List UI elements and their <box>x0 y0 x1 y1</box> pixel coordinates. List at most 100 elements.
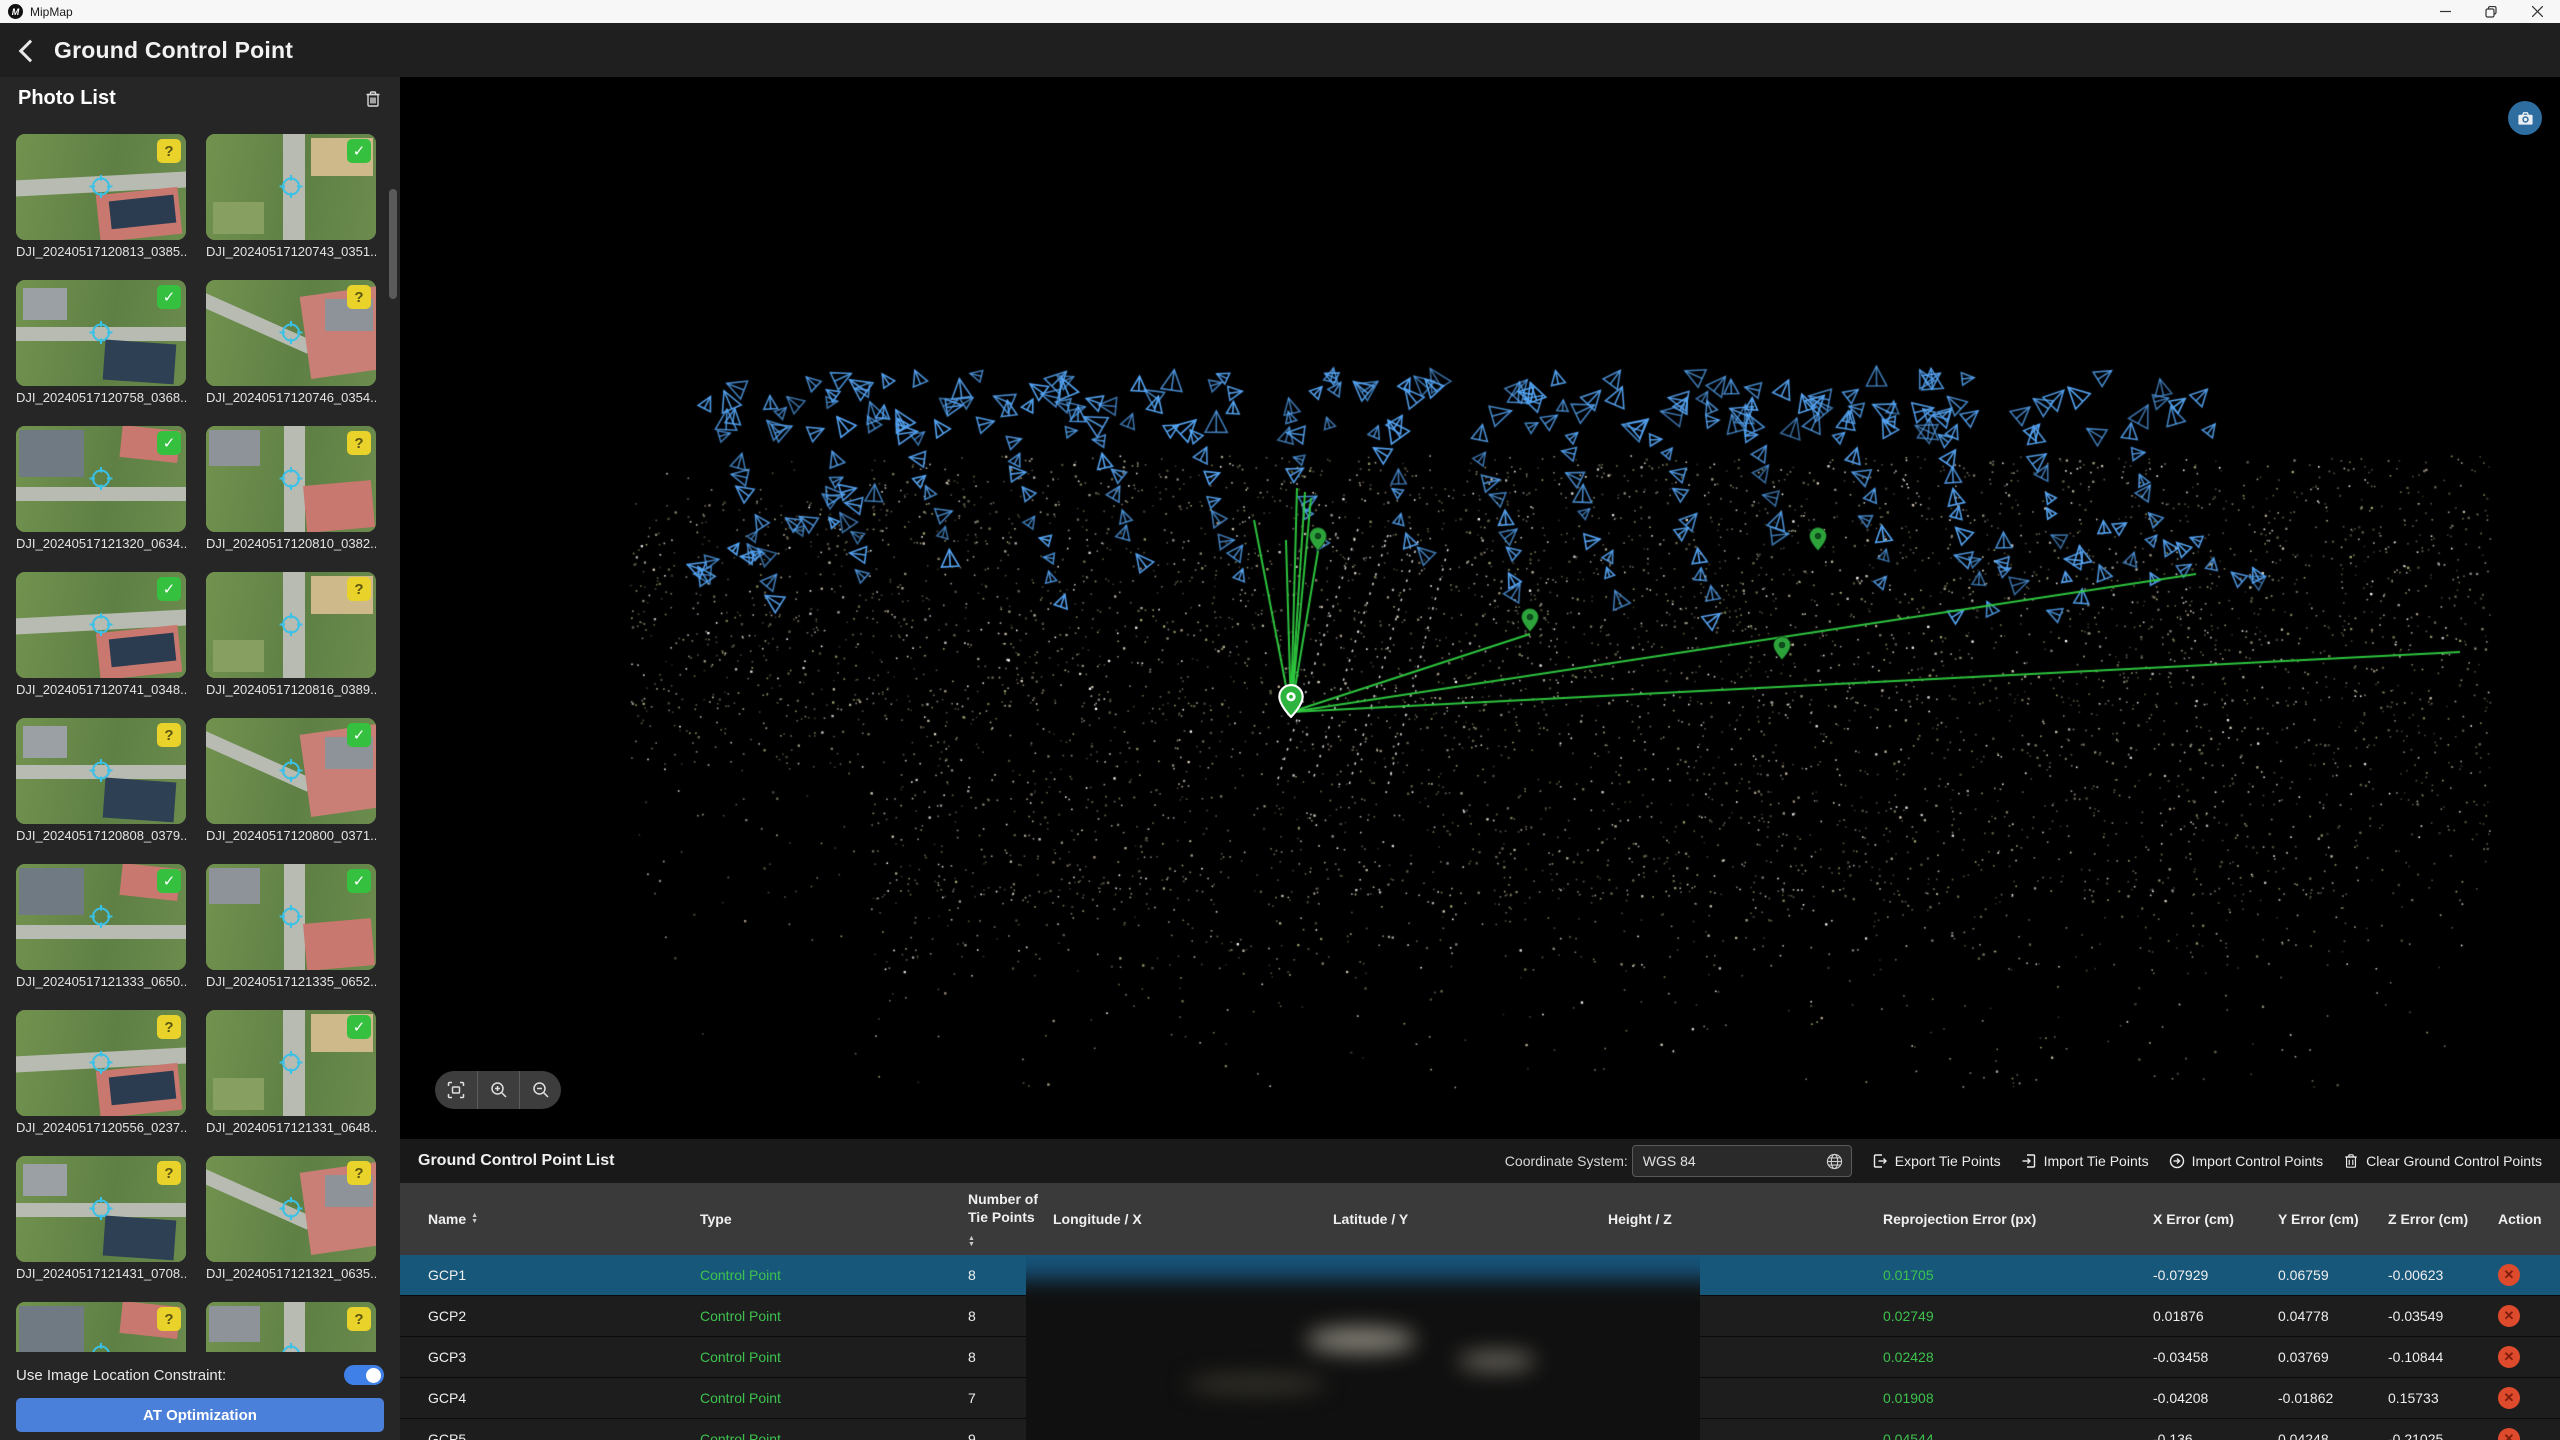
gcp-marker-icon <box>278 1050 304 1081</box>
column-header-longitude: Longitude / X <box>1045 1211 1330 1227</box>
chevron-down-icon[interactable] <box>910 1278 923 1283</box>
gcp-marker-icon <box>278 1196 304 1227</box>
app-logo-icon: M <box>8 4 23 19</box>
column-header-x-error: X Error (cm) <box>2145 1211 2270 1227</box>
status-badge-unknown: ? <box>347 285 371 309</box>
delete-photos-button[interactable] <box>362 88 384 110</box>
gcp-type-cell: Control Point <box>690 1267 960 1283</box>
status-badge-checked: ✓ <box>347 1015 371 1039</box>
gcp-pin-selected[interactable] <box>1278 684 1304 718</box>
photo-item[interactable]: ✓DJI_20240517120743_0351... <box>206 134 376 259</box>
reprojection-error-cell: 0.01908 <box>1875 1390 2145 1406</box>
chevron-down-icon[interactable] <box>910 1401 923 1406</box>
fit-view-button[interactable] <box>435 1071 477 1109</box>
delete-gcp-button[interactable]: ✕ <box>2498 1305 2520 1327</box>
action-cell: ✕ <box>2490 1346 2560 1368</box>
status-badge-unknown: ? <box>347 1161 371 1185</box>
gcp-marker-icon <box>278 320 304 351</box>
zoom-in-button[interactable] <box>477 1071 519 1109</box>
column-header-height: Height / Z <box>1600 1211 1875 1227</box>
screenshot-camera-button[interactable] <box>2508 101 2542 135</box>
coordinate-system-input[interactable]: WGS 84 <box>1632 1145 1852 1177</box>
gcp-pin[interactable] <box>1521 608 1539 632</box>
gcp-pin[interactable] <box>1773 636 1791 660</box>
y-error-cell: 0.04778 <box>2270 1308 2380 1324</box>
back-button[interactable] <box>19 39 42 62</box>
page-title: Ground Control Point <box>54 37 293 64</box>
photo-item[interactable]: ✓DJI_20240517121335_0652... <box>206 864 376 989</box>
photo-item[interactable]: ✓ DJI_20240517121333_0650... <box>16 864 186 989</box>
photo-thumbnail: ? <box>206 572 376 678</box>
status-badge-unknown: ? <box>347 577 371 601</box>
status-badge-checked: ✓ <box>157 577 181 601</box>
gcp-name-cell: GCP5 <box>400 1431 690 1440</box>
import-icon <box>2021 1153 2037 1169</box>
chevron-down-icon[interactable] <box>910 1319 923 1324</box>
photo-item[interactable]: ? DJI_20240517120808_0379... <box>16 718 186 843</box>
import-tie-points-button[interactable]: Import Tie Points <box>2021 1153 2149 1169</box>
photo-thumbnail: ? <box>16 718 186 824</box>
gcp-pin[interactable] <box>1309 527 1327 551</box>
title-bar: M MipMap <box>0 0 2560 23</box>
x-error-cell: 0.01876 <box>2145 1308 2270 1324</box>
delete-gcp-button[interactable]: ✕ <box>2498 1264 2520 1286</box>
at-optimization-button[interactable]: AT Optimization <box>16 1398 384 1432</box>
status-badge-unknown: ? <box>157 1015 181 1039</box>
z-error-cell: -0.03549 <box>2380 1308 2490 1324</box>
photo-item[interactable]: ✓DJI_20240517120800_0371... <box>206 718 376 843</box>
gcp-marker-icon <box>278 904 304 935</box>
action-cell: ✕ <box>2490 1428 2560 1440</box>
y-error-cell: 0.04248 <box>2270 1431 2380 1440</box>
photo-item[interactable]: ?DJI_20240517121431_0708... <box>16 1156 186 1281</box>
import-control-points-button[interactable]: Import Control Points <box>2169 1153 2324 1169</box>
gcp-marker-icon <box>278 612 304 643</box>
photo-thumbnail: ? <box>16 1010 186 1116</box>
export-icon <box>1872 1153 1888 1169</box>
gcp-marker-icon <box>278 174 304 205</box>
z-error-cell: 0.15733 <box>2380 1390 2490 1406</box>
restore-button[interactable] <box>2468 0 2514 23</box>
status-badge-unknown: ? <box>347 431 371 455</box>
gcp-type-cell: Control Point <box>690 1349 960 1365</box>
delete-gcp-button[interactable]: ✕ <box>2498 1346 2520 1368</box>
delete-gcp-button[interactable]: ✕ <box>2498 1387 2520 1409</box>
gcp-marker-icon <box>88 904 114 935</box>
photo-item[interactable]: ✓DJI_20240517121320_0634... <box>16 426 186 551</box>
photo-thumbnail: ✓ <box>206 134 376 240</box>
action-cell: ✕ <box>2490 1387 2560 1409</box>
photo-item[interactable]: ✓DJI_20240517120758_0368... <box>16 280 186 405</box>
photo-item[interactable]: ?DJI_20240517120556_0237... <box>16 1010 186 1135</box>
photo-item[interactable]: ✓DJI_20240517120741_0348... <box>16 572 186 697</box>
photo-item[interactable]: ✓ DJI_20240517121331_0648... <box>206 1010 376 1135</box>
photo-name: DJI_20240517121333_0650... <box>16 974 186 989</box>
clear-gcp-button[interactable]: Clear Ground Control Points <box>2343 1153 2542 1169</box>
zoom-out-button[interactable] <box>519 1071 561 1109</box>
gcp-marker-icon <box>88 466 114 497</box>
photo-item[interactable]: ?DJI_20240517120816_0389... <box>206 572 376 697</box>
image-location-constraint-toggle[interactable] <box>344 1365 384 1385</box>
status-badge-unknown: ? <box>157 139 181 163</box>
status-badge-checked: ✓ <box>347 869 371 893</box>
photo-name: DJI_20240517120758_0368... <box>16 390 186 405</box>
gcp-pin[interactable] <box>1809 527 1827 551</box>
photo-item[interactable]: ?DJI_20240517120813_0385... <box>16 134 186 259</box>
point-cloud-canvas[interactable] <box>400 77 2560 1139</box>
photo-thumbnail: ? <box>16 134 186 240</box>
column-header-tie-points[interactable]: Number of Tie Points ▲▼ <box>960 1191 1045 1247</box>
delete-gcp-button[interactable]: ✕ <box>2498 1428 2520 1440</box>
status-badge-checked: ✓ <box>157 869 181 893</box>
chevron-down-icon[interactable] <box>910 1360 923 1365</box>
photo-list-scrollbar[interactable] <box>389 189 397 299</box>
gcp-marker-icon <box>88 1050 114 1081</box>
minimize-button[interactable] <box>2422 0 2468 23</box>
close-button[interactable] <box>2514 0 2560 23</box>
photo-item[interactable]: ?DJI_20240517120746_0354... <box>206 280 376 405</box>
photo-item[interactable]: ?DJI_20240517121321_0635... <box>206 1156 376 1281</box>
column-header-action: Action <box>2490 1211 2560 1227</box>
gcp-name-cell: GCP4 <box>400 1390 690 1406</box>
column-header-name[interactable]: Name ▲▼ <box>400 1211 690 1227</box>
export-tie-points-button[interactable]: Export Tie Points <box>1872 1153 2001 1169</box>
photo-name: DJI_20240517121331_0648... <box>206 1120 376 1135</box>
photo-name: DJI_20240517120808_0379... <box>16 828 186 843</box>
photo-item[interactable]: ?DJI_20240517120810_0382... <box>206 426 376 551</box>
